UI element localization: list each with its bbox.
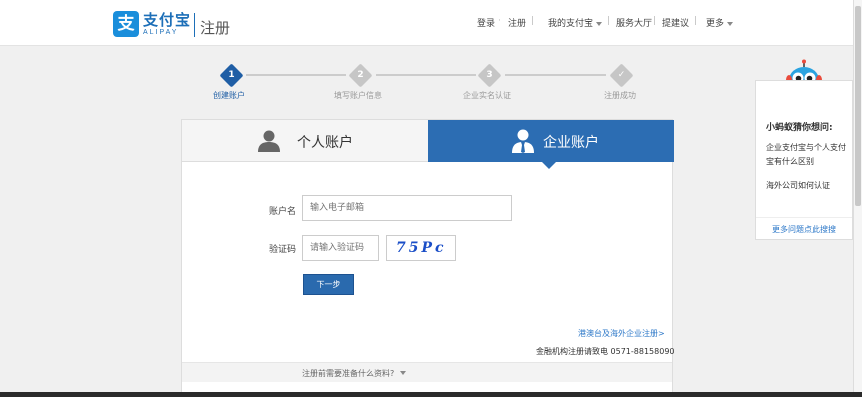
step-4-label: 注册成功 <box>604 91 636 100</box>
chevron-down-icon <box>596 21 603 26</box>
help-question-link[interactable]: 企业支付宝与个人支付宝有什么区别 <box>766 141 850 169</box>
account-name-label: 账户名 <box>269 207 297 217</box>
step-1-label: 创建账户 <box>213 91 245 100</box>
logo-subtext: ALIPAY <box>143 29 179 36</box>
overseas-register-link[interactable]: 港澳台及海外企业注册> <box>578 328 665 339</box>
nav-divider: | <box>653 16 657 26</box>
chevron-down-icon <box>727 21 734 26</box>
chevron-down-icon <box>400 371 406 375</box>
nav-more[interactable]: 更多 <box>706 16 734 29</box>
nav-divider: | <box>531 16 535 26</box>
nav-divider: · <box>498 16 501 26</box>
help-panel: 小蚂蚁猜你想问: 企业支付宝与个人支付宝有什么区别 海外公司如何认证 更多问题点… <box>755 80 853 240</box>
scrollbar-thumb[interactable] <box>855 6 861 206</box>
nav-my-alipay-label: 我的支付宝 <box>548 19 594 29</box>
tab-enterprise-label: 企业账户 <box>543 135 599 151</box>
help-more-link[interactable]: 更多问题点此搜搜 <box>756 217 852 235</box>
nav-service-hall[interactable]: 服务大厅 <box>616 16 652 29</box>
step-4-marker: ✓ <box>609 63 634 88</box>
taskbar-strip <box>0 392 862 397</box>
logo-text[interactable]: 支付宝 <box>143 9 191 30</box>
header: 支 支付宝 ALIPAY 注册 登录 · 注册 | 我的支付宝 | 服务大厅 |… <box>0 0 853 46</box>
check-icon: ✓ <box>617 70 626 80</box>
captcha-input[interactable] <box>302 235 379 261</box>
nav-my-alipay[interactable]: 我的支付宝 <box>548 16 603 29</box>
step-3-marker: 3 <box>477 63 502 88</box>
step-connector <box>376 74 476 76</box>
captcha-image[interactable]: 75Pc <box>386 235 456 261</box>
user-icon <box>258 130 280 152</box>
alipay-logo-icon[interactable]: 支 <box>113 11 139 37</box>
email-input[interactable] <box>302 195 512 221</box>
nav-feedback[interactable]: 提建议 <box>662 16 689 29</box>
nav-register-link[interactable]: 注册 <box>508 16 526 29</box>
nav-divider: | <box>607 16 611 26</box>
next-step-button[interactable]: 下一步 <box>303 274 354 295</box>
tab-personal-label: 个人账户 <box>297 135 353 151</box>
captcha-label: 验证码 <box>269 245 297 255</box>
tab-personal-account[interactable]: 个人账户 <box>182 120 428 162</box>
page-title: 注册 <box>200 19 231 37</box>
registration-card: 个人账户 企业账户 账户名 验证码 75Pc 下一步 港澳台及海外企业注册> 金… <box>181 119 675 397</box>
nav-more-label: 更多 <box>706 19 725 29</box>
step-3-label: 企业实名认证 <box>463 91 511 100</box>
business-user-icon <box>512 129 534 153</box>
step-2-marker: 2 <box>348 63 373 88</box>
help-question-link[interactable]: 海外公司如何认证 <box>766 179 850 193</box>
step-1-marker: 1 <box>219 63 244 88</box>
prepare-materials-link: 注册前需要准备什么资料? <box>302 369 395 378</box>
logo-divider <box>194 13 195 37</box>
help-title: 小蚂蚁猜你想问: <box>766 123 833 133</box>
nav-divider: | <box>694 16 698 26</box>
tab-enterprise-account[interactable]: 企业账户 <box>428 120 674 162</box>
hotline-text: 金融机构注册请致电 0571-88158090 <box>536 347 675 356</box>
step-connector <box>246 74 346 76</box>
prepare-materials-bar[interactable]: 注册前需要准备什么资料? <box>182 362 672 382</box>
step-connector <box>505 74 606 76</box>
active-tab-pointer <box>542 162 556 169</box>
step-2-label: 填写账户信息 <box>334 91 382 100</box>
nav-login-link[interactable]: 登录 <box>477 16 495 29</box>
page-scrollbar[interactable] <box>853 0 862 397</box>
